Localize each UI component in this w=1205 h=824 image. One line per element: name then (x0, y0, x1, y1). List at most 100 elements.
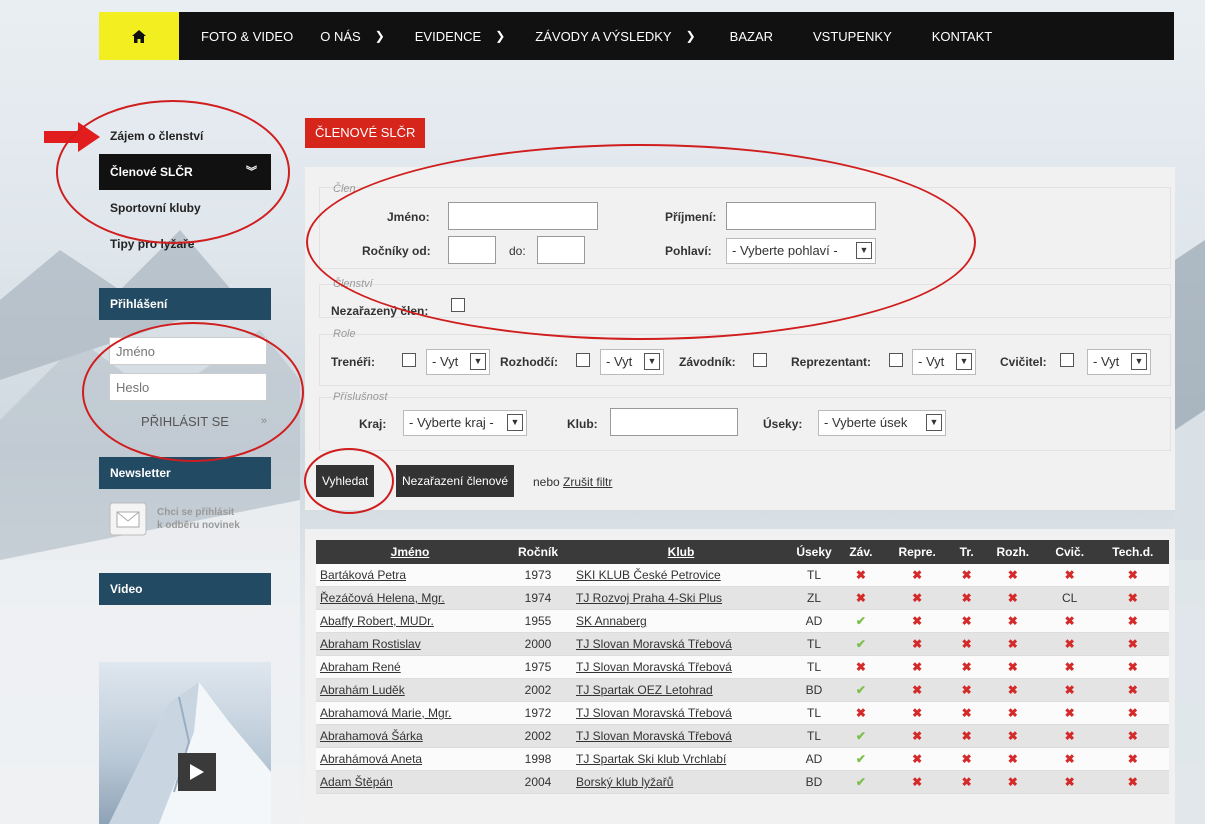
cvicitel-checkbox[interactable] (1060, 353, 1074, 367)
member-name-link[interactable]: Abaffy Robert, MUDr. (316, 609, 504, 633)
kraj-select[interactable]: - Vyberte kraj - ▼ (403, 410, 527, 436)
cross-icon: ✖ (883, 747, 951, 771)
results-panel: Jméno Ročník Klub Úseky Záv. Repre. Tr. … (305, 529, 1175, 824)
cancel-filter-link[interactable]: Zrušit filtr (563, 475, 612, 489)
login-button[interactable]: PŘIHLÁSIT SE » (99, 409, 271, 433)
member-club-link[interactable]: TJ Slovan Moravská Třebová (572, 655, 790, 679)
kraj-label: Kraj: (359, 417, 387, 431)
member-name-link[interactable]: Abraham René (316, 655, 504, 679)
column-header-jmeno[interactable]: Jméno (316, 540, 504, 564)
column-header-tr: Tr. (950, 540, 983, 564)
cross-icon: ✖ (1096, 724, 1169, 748)
member-club-link[interactable]: TJ Spartak OEZ Letohrad (572, 678, 790, 702)
cross-icon: ✖ (1096, 564, 1169, 587)
nav-item-zavody[interactable]: ZÁVODY A VÝSLEDKY ❯ (535, 12, 695, 60)
chevron-down-icon: ❯ (374, 29, 385, 43)
member-club-link[interactable]: Borský klub lyžařů (572, 770, 790, 794)
nav-item-evidence[interactable]: EVIDENCE ❯ (415, 12, 506, 60)
column-header-klub[interactable]: Klub (572, 540, 790, 564)
login-password-input[interactable] (109, 373, 267, 401)
member-club-link[interactable]: TJ Spartak Ski klub Vrchlabí (572, 747, 790, 771)
rozhodci-select[interactable]: - Vyt ▼ (600, 349, 664, 375)
cross-icon: ✖ (838, 586, 884, 610)
sidebar-item-kluby[interactable]: Sportovní kluby (99, 190, 271, 226)
nav-item-vstupenky[interactable]: VSTUPENKY (813, 12, 892, 60)
member-year: 2002 (504, 678, 572, 702)
member-club-link[interactable]: TJ Slovan Moravská Třebová (572, 724, 790, 748)
cross-icon: ✖ (982, 678, 1043, 702)
member-club-link[interactable]: SK Annaberg (572, 609, 790, 633)
nav-item-bazar[interactable]: BAZAR (730, 12, 773, 60)
cross-icon: ✖ (883, 564, 951, 587)
chevron-down-icon: ▼ (926, 414, 942, 431)
rozhodci-checkbox[interactable] (576, 353, 590, 367)
play-button[interactable] (178, 753, 216, 791)
member-name-link[interactable]: Adam Štěpán (316, 770, 504, 794)
unassigned-members-button[interactable]: Nezařazení členové (396, 465, 515, 497)
cross-icon: ✖ (950, 770, 983, 794)
klub-label: Klub: (567, 417, 598, 431)
member-name-link[interactable]: Abraham Rostislav (316, 632, 504, 656)
member-club-link[interactable]: TJ Slovan Moravská Třebová (572, 632, 790, 656)
rocniky-od-input[interactable] (448, 236, 496, 264)
useky-select[interactable]: - Vyberte úsek ▼ (818, 410, 946, 436)
member-year: 1974 (504, 586, 572, 610)
member-name-link[interactable]: Bartáková Petra (316, 564, 504, 587)
cross-icon: ✖ (1096, 770, 1169, 794)
nav-home-button[interactable] (99, 12, 179, 60)
chevron-down-icon: ▼ (1131, 353, 1147, 370)
treneri-label: Trenéři: (331, 355, 376, 369)
cross-icon: ✖ (950, 655, 983, 679)
member-name-link[interactable]: Abrahám Luděk (316, 678, 504, 702)
member-name-link[interactable]: Abrahámová Aneta (316, 747, 504, 771)
cvicitel-select[interactable]: - Vyt ▼ (1087, 349, 1151, 375)
nezarazeny-checkbox[interactable] (451, 298, 465, 312)
reprezentant-select[interactable]: - Vyt ▼ (912, 349, 976, 375)
search-button[interactable]: Vyhledat (316, 465, 375, 497)
member-club-link[interactable]: TJ Rozvoj Praha 4-Ski Plus (572, 586, 790, 610)
legend-clenstvi: Členství (333, 278, 373, 290)
reprezentant-checkbox[interactable] (889, 353, 903, 367)
jmeno-input[interactable] (448, 202, 598, 230)
sidebar-item-zajem[interactable]: Zájem o členství (99, 118, 271, 154)
prijmeni-input[interactable] (726, 202, 876, 230)
member-name-link[interactable]: Abrahamová Šárka (316, 724, 504, 748)
table-row: Abrahámová Aneta 1998 TJ Spartak Ski klub … (316, 747, 1169, 771)
sidebar-item-tipy[interactable]: Tipy pro lyžaře (99, 226, 271, 262)
cross-icon: ✖ (1042, 609, 1097, 633)
zavodnik-checkbox[interactable] (753, 353, 767, 367)
column-header-repre: Repre. (883, 540, 951, 564)
nav-item-foto-video[interactable]: FOTO & VIDEO (201, 12, 293, 60)
cross-icon: ✖ (982, 724, 1043, 748)
cvicitel-label: Cvičitel: (1000, 355, 1047, 369)
nav-item-kontakt[interactable]: KONTAKT (932, 12, 992, 60)
double-chevron-right-icon: » (260, 415, 267, 427)
pohlavi-select[interactable]: - Vyberte pohlaví - ▼ (726, 238, 876, 264)
fieldset-clenstvi (319, 284, 1171, 318)
login-heading: Přihlášení (99, 288, 271, 320)
member-year: 2002 (504, 724, 572, 748)
video-thumbnail[interactable] (99, 662, 271, 824)
klub-input[interactable] (610, 408, 738, 436)
rocniky-do-input[interactable] (537, 236, 585, 264)
member-name-link[interactable]: Abrahamová Marie, Mgr. (316, 701, 504, 725)
cross-icon: ✖ (982, 747, 1043, 771)
cross-icon: ✖ (883, 724, 951, 748)
treneri-select[interactable]: - Vyt ▼ (426, 349, 490, 375)
sidebar-item-clenove[interactable]: Členové SLČR ︾ (99, 154, 271, 190)
member-club-link[interactable]: TJ Slovan Moravská Třebová (572, 701, 790, 725)
treneri-checkbox[interactable] (402, 353, 416, 367)
table-row: Řezáčová Helena, Mgr. 1974 TJ Rozvoj Praha… (316, 586, 1169, 610)
check-icon: ✔ (838, 632, 884, 656)
column-header-zav: Záv. (838, 540, 884, 564)
member-useky: TL (790, 724, 838, 748)
legend-role: Role (333, 328, 356, 340)
table-row: Abrahám Luděk 2002 TJ Spartak OEZ Letohrad… (316, 678, 1169, 702)
member-club-link[interactable]: SKI KLUB České Petrovice (572, 564, 790, 587)
newsletter-signup[interactable]: Chci se přihlásit k odběru novinek (99, 489, 271, 549)
cross-icon: ✖ (1042, 724, 1097, 748)
nav-item-o-nas[interactable]: O NÁS ❯ (320, 12, 385, 60)
cross-icon: ✖ (950, 632, 983, 656)
login-username-input[interactable] (109, 337, 267, 365)
member-name-link[interactable]: Řezáčová Helena, Mgr. (316, 586, 504, 610)
